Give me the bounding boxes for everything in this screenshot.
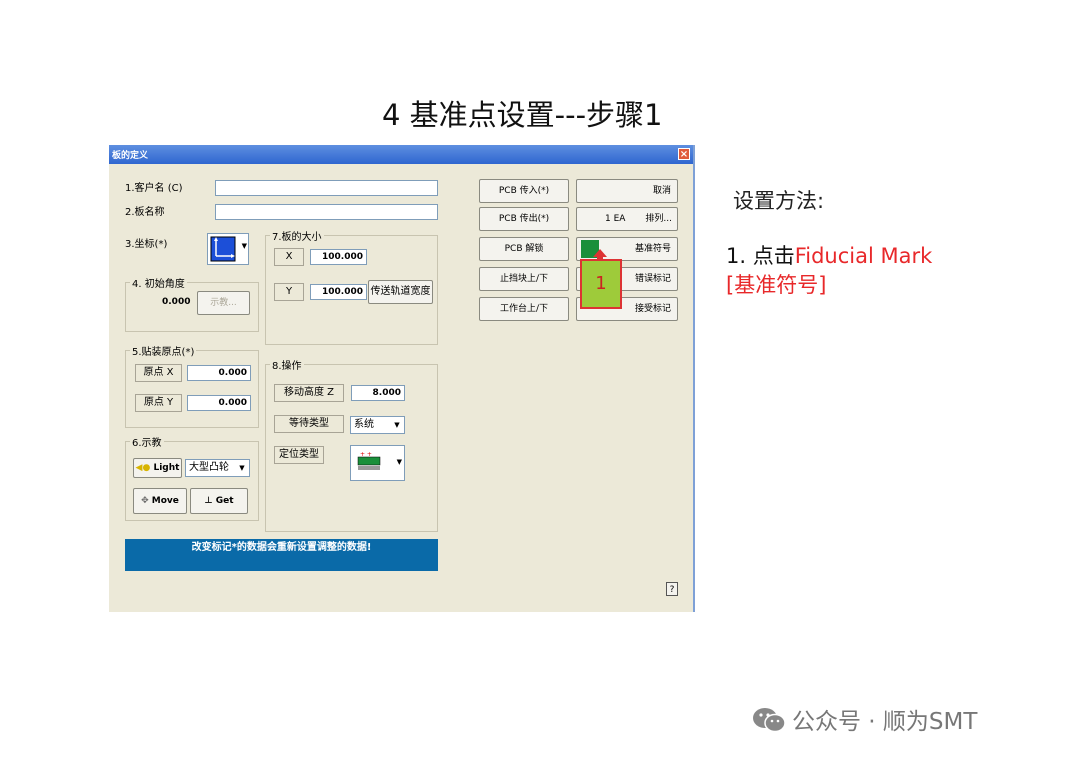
method-heading: 设置方法: bbox=[733, 189, 825, 213]
initial-angle-title: 4. 初始角度 bbox=[130, 275, 187, 290]
dialog-titlebar[interactable]: 板的定义 × bbox=[109, 145, 693, 164]
customer-label: 1.客户名 (C) bbox=[125, 183, 183, 194]
move-button[interactable]: ✥ Move bbox=[133, 488, 187, 514]
origin-y-input[interactable]: 0.000 bbox=[187, 395, 251, 411]
table-updown-button[interactable]: 工作台上/下 bbox=[479, 297, 569, 321]
watermark-text: 公众号 · 顺为SMT bbox=[792, 709, 978, 735]
close-icon[interactable]: × bbox=[678, 148, 690, 160]
board-size-title: 7.板的大小 bbox=[270, 228, 324, 243]
chevron-down-icon: ▼ bbox=[239, 464, 245, 472]
size-x-input[interactable]: 100.000 bbox=[310, 249, 367, 265]
wait-type-value: 系统 bbox=[354, 419, 374, 430]
svg-text:+ +: + + bbox=[360, 451, 372, 458]
origin-x-label: 原点 X bbox=[135, 364, 182, 382]
mount-origin-title: 5.贴装原点(*) bbox=[130, 343, 197, 358]
teach-button[interactable]: 示教... bbox=[197, 291, 250, 315]
locate-pin-icon: + + bbox=[357, 451, 381, 470]
watermark: 公众号 · 顺为SMT bbox=[752, 702, 977, 736]
origin-y-label: 原点 Y bbox=[135, 394, 182, 412]
initial-angle-value: 0.000 bbox=[162, 297, 191, 307]
coordinate-label: 3.坐标(*) bbox=[125, 239, 168, 250]
locate-type-select[interactable]: + + ▼ bbox=[350, 445, 405, 481]
board-definition-dialog: 板的定义 × 1.客户名 (C) 2.板名称 3.坐标(*) ▼ 4. 初始角度… bbox=[109, 145, 695, 612]
move-height-input[interactable]: 8.000 bbox=[351, 385, 405, 401]
step-instruction: 1. 点击Fiducial Mark [基准符号] bbox=[726, 242, 932, 300]
coordinate-select[interactable]: ▼ bbox=[207, 233, 249, 265]
light-bulb-icon: ◀● bbox=[135, 463, 151, 473]
notice-bar: 改变标记*的数据会重新设置调整的数据! bbox=[125, 539, 438, 571]
customer-input[interactable] bbox=[215, 180, 438, 196]
get-button[interactable]: ⊥ Get bbox=[190, 488, 248, 514]
step-highlight-cn: [基准符号] bbox=[726, 273, 827, 297]
get-button-label: Get bbox=[215, 496, 234, 506]
fiducial-button-label: 基准符号 bbox=[634, 244, 671, 254]
pcb-out-button[interactable]: PCB 传出(*) bbox=[479, 207, 569, 231]
fiducial-mark-button[interactable]: 基准符号 bbox=[576, 237, 678, 261]
ea-count: 1 EA bbox=[605, 214, 626, 224]
locate-type-label: 定位类型 bbox=[274, 446, 324, 464]
step-highlight-en: Fiducial Mark bbox=[794, 244, 933, 268]
wait-type-label: 等待类型 bbox=[274, 415, 344, 433]
size-y-label: Y bbox=[274, 283, 304, 301]
array-button[interactable]: 1 EA 排列... bbox=[576, 207, 678, 231]
chevron-down-icon: ▼ bbox=[394, 421, 400, 429]
move-arrows-icon: ✥ bbox=[141, 496, 149, 506]
chevron-down-icon: ▼ bbox=[396, 458, 402, 466]
coordinate-axis-icon bbox=[210, 236, 236, 262]
wait-type-select[interactable]: 系统 ▼ bbox=[350, 416, 405, 434]
size-x-label: X bbox=[274, 248, 304, 266]
operation-title: 8.操作 bbox=[270, 357, 304, 372]
wechat-icon bbox=[753, 708, 786, 733]
conveyor-width-button[interactable]: 传送轨道宽度 bbox=[368, 280, 433, 304]
camera-select[interactable]: 大型凸轮 ▼ bbox=[185, 459, 250, 477]
mount-origin-group: 5.贴装原点(*) bbox=[125, 343, 259, 428]
move-button-label: Move bbox=[151, 496, 179, 506]
pcb-unlock-button[interactable]: PCB 解锁 bbox=[479, 237, 569, 261]
size-y-input[interactable]: 100.000 bbox=[310, 284, 367, 300]
help-button[interactable]: ? bbox=[666, 582, 678, 596]
board-name-input[interactable] bbox=[215, 204, 438, 220]
origin-x-input[interactable]: 0.000 bbox=[187, 365, 251, 381]
array-button-label: 排列... bbox=[645, 214, 672, 224]
get-position-icon: ⊥ bbox=[204, 496, 213, 506]
move-height-label: 移动高度 Z bbox=[274, 384, 344, 402]
step-prefix: 1. 点击 bbox=[726, 244, 795, 268]
dialog-title: 板的定义 bbox=[112, 151, 149, 161]
board-name-label: 2.板名称 bbox=[125, 207, 165, 218]
teach-group-title: 6.示教 bbox=[130, 434, 164, 449]
callout-marker: 1 bbox=[580, 259, 622, 309]
stopper-updown-button[interactable]: 止挡块上/下 bbox=[479, 267, 569, 291]
cancel-button[interactable]: 取消 bbox=[576, 179, 678, 203]
slide-title: 4 基准点设置---步骤1 bbox=[382, 98, 663, 132]
light-button[interactable]: ◀● Light bbox=[133, 458, 182, 478]
light-button-label: Light bbox=[153, 463, 180, 473]
camera-select-value: 大型凸轮 bbox=[189, 462, 229, 473]
chevron-down-icon: ▼ bbox=[241, 242, 247, 250]
pcb-in-button[interactable]: PCB 传入(*) bbox=[479, 179, 569, 203]
